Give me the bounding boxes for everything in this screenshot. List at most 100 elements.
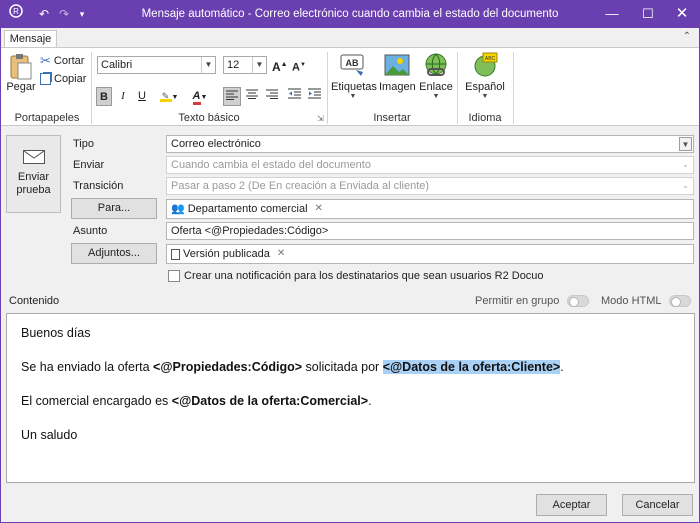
paste-button[interactable]: Pegar [6,52,36,93]
attachments-button[interactable]: Adjuntos... [71,243,157,264]
dialog-launcher-icon[interactable]: ⇲ [317,114,324,123]
font-color-button[interactable]: A▼ [187,87,213,106]
minimize-button[interactable]: — [597,1,627,28]
type-select[interactable]: Correo electrónico ▼ [166,135,694,153]
ribbon-separator [457,52,458,124]
to-field[interactable]: 👥 Departamento comercial ✕ [166,199,694,219]
transition-value: Pasar a paso 2 (De En creación a Enviada… [171,180,430,192]
svg-text:AB: AB [346,58,359,68]
title-bar: R ↶ ↷ ▾ Mensaje automático - Correo elec… [1,1,699,28]
body-text: . [368,394,372,408]
chevron-down-icon: ▼ [679,137,692,151]
attachment-chip: Versión publicada ✕ [171,245,285,263]
labels-label: Etiquetas [331,81,377,93]
align-right-button[interactable] [264,87,280,106]
greeting-line: Buenos días [21,326,91,340]
bold-button[interactable]: B [96,87,112,106]
close-button[interactable]: ✕ [667,1,697,28]
font-size-select[interactable]: 12 ▼ [223,56,267,74]
group-label-clipboard: Portapapeles [14,112,80,124]
body-text: El comercial encargado es [21,394,172,408]
scissors-icon: ✂ [40,53,51,68]
subject-label: Asunto [73,225,108,237]
chevron-down-icon: ⌄ [682,181,689,190]
closing-line: Un saludo [21,428,78,442]
grow-font-button[interactable]: A▲ [272,56,288,75]
chevron-down-icon: ▼ [481,93,489,100]
highlight-color-button[interactable]: ✎ ▼ [156,87,182,106]
to-button[interactable]: Para... [71,198,157,219]
align-center-button[interactable] [244,87,260,106]
send-select: Cuando cambia el estado del documento ⌄ [166,156,694,174]
attachments-field[interactable]: Versión publicada ✕ [166,244,694,264]
send-label: Enviar [73,159,105,171]
send-test-label: Enviar prueba [16,171,51,196]
image-button[interactable]: Imagen [379,52,416,93]
link-icon [422,52,450,78]
link-button[interactable]: Enlace ▼ [419,52,453,100]
send-value: Cuando cambia el estado del documento [171,159,371,171]
font-family-select[interactable]: Calibri ▼ [97,56,216,74]
type-value: Correo electrónico [171,138,261,150]
labels-icon: AB [339,52,367,78]
chevron-down-icon: ▼ [432,93,440,100]
window-title: Mensaje automático - Correo electrónico … [141,8,559,20]
align-center-icon [246,89,258,99]
body-text: . [560,360,564,374]
image-label: Imagen [379,81,416,93]
increase-indent-icon [308,88,321,99]
html-mode-toggle[interactable] [669,295,691,307]
message-body-editor[interactable]: Buenos días Se ha enviado la oferta <@Pr… [6,313,695,483]
group-users-icon: 👥 [171,203,185,215]
body-text: solicitada por [302,360,383,374]
recipient-name: Departamento comercial [187,203,308,215]
subject-input[interactable]: Oferta <@Propiedades:Código> [166,222,694,240]
cut-button[interactable]: ✂ Cortar [40,53,84,69]
allow-group-toggle[interactable] [567,295,589,307]
labels-button[interactable]: AB Etiquetas ▼ [331,52,377,100]
italic-button[interactable]: I [116,87,130,106]
cut-label: Cortar [53,55,85,67]
increase-indent-button[interactable] [306,87,323,106]
body-line-offer: Se ha enviado la oferta <@Propiedades:Có… [21,360,694,375]
field-tag-comercial: <@Datos de la oferta:Comercial> [171,394,369,408]
font-color-icon: A [192,90,201,105]
html-mode-label: Modo HTML [601,295,662,307]
type-label: Tipo [73,138,94,150]
document-icon [171,248,180,260]
send-test-button[interactable]: Enviar prueba [6,135,61,213]
attachment-name: Versión publicada [183,248,270,260]
align-left-button[interactable] [223,87,241,106]
language-button[interactable]: ABC Español ▼ [463,52,507,100]
notify-checkbox-label: Crear una notificación para los destinat… [184,270,544,282]
paste-label: Pegar [6,81,36,93]
highlighter-icon: ✎ [159,92,172,102]
svg-text:ABC: ABC [485,56,496,62]
shrink-font-button[interactable]: A▼ [292,56,306,75]
ribbon-tab-row: Mensaje ⌃ [1,28,699,49]
accept-button[interactable]: Aceptar [536,494,607,516]
decrease-indent-icon [288,88,301,99]
maximize-button[interactable]: ☐ [633,1,663,28]
chevron-down-icon: ▼ [252,57,266,73]
link-label: Enlace [419,81,453,93]
underline-button[interactable]: U [135,87,149,106]
allow-group-label: Permitir en grupo [475,295,560,307]
copy-label: Copiar [54,73,87,85]
remove-attachment-icon[interactable]: ✕ [277,245,285,263]
group-label-insert: Insertar [373,112,411,124]
collapse-ribbon-icon[interactable]: ⌃ [683,31,691,42]
align-right-icon [266,89,278,99]
chevron-down-icon: ▼ [349,93,357,100]
spelling-icon: ABC [471,52,499,78]
ribbon-separator [513,52,514,124]
notify-checkbox[interactable] [168,270,180,282]
cancel-button[interactable]: Cancelar [622,494,693,516]
chevron-down-icon: ⌄ [682,160,689,169]
body-text: Se ha enviado la oferta [21,360,154,374]
decrease-indent-button[interactable] [286,87,303,106]
language-label: Español [465,81,505,93]
copy-button[interactable]: Copiar [40,73,86,85]
remove-recipient-icon[interactable]: ✕ [315,200,323,218]
body-line-sales: El comercial encargado es <@Datos de la … [21,394,694,409]
